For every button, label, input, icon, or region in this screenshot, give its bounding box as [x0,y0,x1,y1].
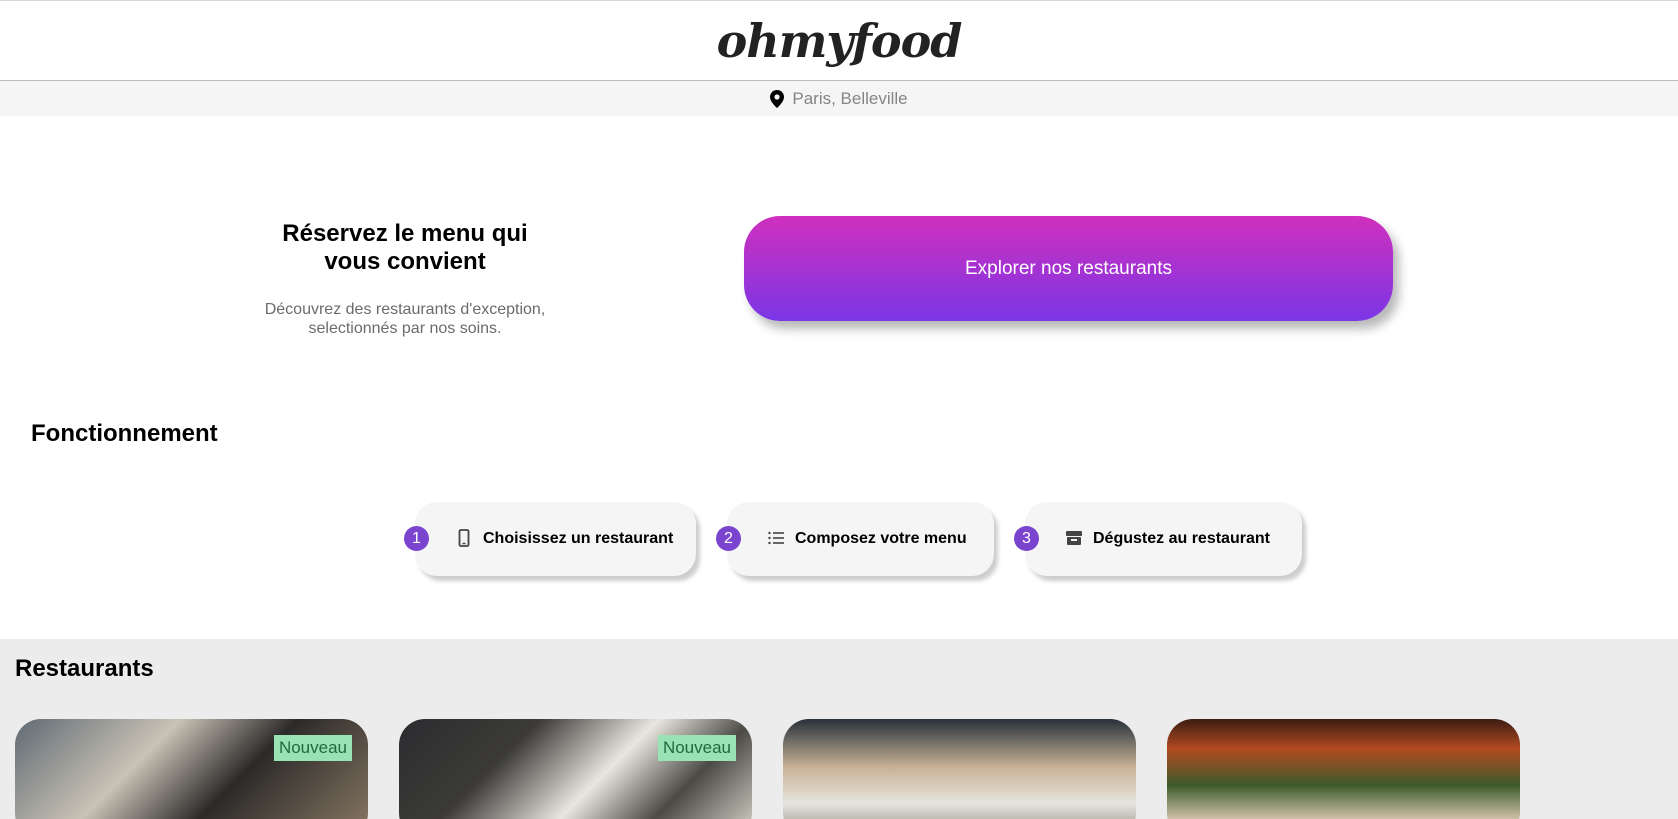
page: ohmyfood Paris, Belleville Réservez le m… [0,0,1678,819]
how-it-works-title: Fonctionnement [31,420,218,447]
location-bar: Paris, Belleville [0,81,1678,116]
map-pin-icon [770,89,785,108]
hero-title-line1: Réservez le menu qui [282,220,528,247]
hero-subtitle: Découvrez des restaurants d'exception, s… [250,300,560,338]
hero-title-line2: vous convient [324,248,486,275]
step-enjoy-restaurant: 3 Dégustez au restaurant [1014,502,1302,576]
list-icon [768,531,784,545]
site-logo[interactable]: ohmyfood [717,18,963,64]
step-number: 1 [404,526,429,551]
hero-text: Réservez le menu qui vous convient Décou… [250,220,560,338]
restaurant-card[interactable]: Nouveau [399,719,752,819]
restaurants-section: Restaurants Nouveau Nouveau [0,639,1678,819]
hero-title: Réservez le menu qui vous convient [250,220,560,276]
restaurant-card[interactable] [1167,719,1520,819]
new-badge: Nouveau [657,735,736,761]
step-number: 3 [1014,526,1039,551]
step-number: 2 [716,526,741,551]
step-label: Dégustez au restaurant [1093,530,1270,547]
step-compose-menu: 2 Composez votre menu [716,502,994,576]
step-label: Choisissez un restaurant [483,530,674,547]
store-icon [1066,531,1082,545]
explore-restaurants-button[interactable]: Explorer nos restaurants [744,216,1393,321]
restaurants-title: Restaurants [15,655,154,682]
restaurant-card[interactable] [783,719,1136,819]
mobile-phone-icon [458,529,470,547]
restaurant-card[interactable]: Nouveau [15,719,368,819]
step-label: Composez votre menu [795,530,967,547]
new-badge: Nouveau [273,735,352,761]
location-text: Paris, Belleville [792,88,908,108]
step-choose-restaurant: 1 Choisissez un restaurant [404,502,696,576]
page-inner: ohmyfood Paris, Belleville Réservez le m… [0,0,1678,819]
hero-subtitle-line1: Découvrez des restaurants d'exception, [264,301,546,318]
hero-subtitle-line2: selectionnés par nos soins. [308,320,502,337]
site-header: ohmyfood [0,0,1678,81]
